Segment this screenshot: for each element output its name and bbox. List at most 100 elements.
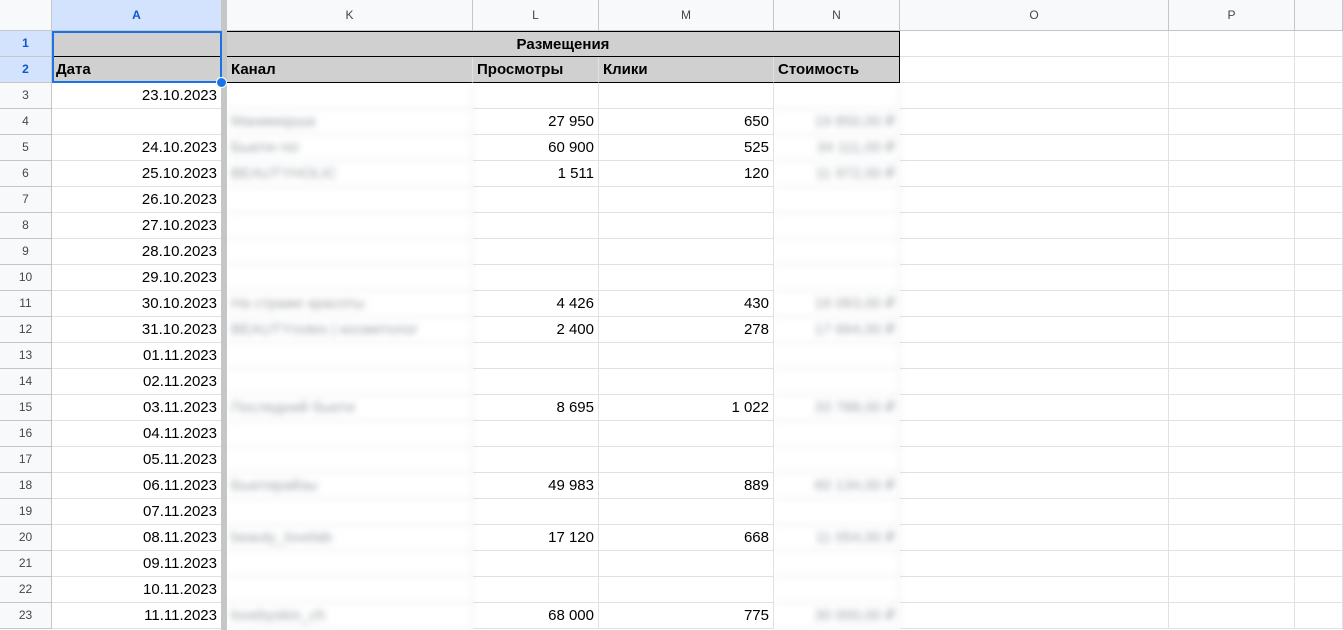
cell[interactable] <box>1169 291 1295 317</box>
date-cell[interactable]: 27.10.2023 <box>52 213 222 239</box>
date-cell[interactable]: 31.10.2023 <box>52 317 222 343</box>
cost-cell[interactable]: 19 850,00 ₽ <box>774 109 900 135</box>
clicks-cell[interactable] <box>599 577 774 603</box>
cell[interactable] <box>1169 265 1295 291</box>
views-cell[interactable]: 27 950 <box>473 109 599 135</box>
cost-cell[interactable]: 30 000,00 ₽ <box>774 603 900 629</box>
channel-cell[interactable]: beauty_lovelab <box>227 525 473 551</box>
cell[interactable] <box>1169 57 1295 83</box>
channel-cell[interactable] <box>227 187 473 213</box>
cell-a1[interactable] <box>52 31 222 57</box>
row-header[interactable]: 13 <box>0 343 52 369</box>
cell[interactable] <box>1169 447 1295 473</box>
cost-cell[interactable]: 16 063,00 ₽ <box>774 291 900 317</box>
views-cell[interactable]: 60 900 <box>473 135 599 161</box>
cell[interactable] <box>1295 265 1343 291</box>
cell[interactable] <box>1169 135 1295 161</box>
date-cell[interactable]: 28.10.2023 <box>52 239 222 265</box>
clicks-cell[interactable] <box>599 239 774 265</box>
views-cell[interactable]: 4 426 <box>473 291 599 317</box>
cell[interactable] <box>1295 161 1343 187</box>
cell[interactable] <box>900 551 1169 577</box>
views-cell[interactable] <box>473 447 599 473</box>
clicks-cell[interactable] <box>599 83 774 109</box>
views-cell[interactable] <box>473 187 599 213</box>
channel-cell[interactable] <box>227 447 473 473</box>
date-cell[interactable]: 25.10.2023 <box>52 161 222 187</box>
cell[interactable] <box>1295 473 1343 499</box>
cell[interactable] <box>1169 187 1295 213</box>
channel-cell[interactable] <box>227 499 473 525</box>
cell[interactable] <box>900 421 1169 447</box>
row-header[interactable]: 2 <box>0 57 52 83</box>
cost-cell[interactable] <box>774 447 900 473</box>
clicks-cell[interactable]: 889 <box>599 473 774 499</box>
channel-cell[interactable]: Последний бьюти <box>227 395 473 421</box>
channel-cell[interactable]: BEAUTYnotes | косметолог <box>227 317 473 343</box>
select-all-corner[interactable] <box>0 0 52 31</box>
row-header[interactable]: 16 <box>0 421 52 447</box>
cell[interactable] <box>1295 109 1343 135</box>
cell[interactable] <box>1295 525 1343 551</box>
cell[interactable] <box>1295 31 1343 57</box>
views-cell[interactable]: 68 000 <box>473 603 599 629</box>
header-cost[interactable]: Стоимость <box>774 57 900 83</box>
header-views[interactable]: Просмотры <box>473 57 599 83</box>
channel-cell[interactable] <box>227 265 473 291</box>
cell[interactable] <box>1295 213 1343 239</box>
cost-cell[interactable] <box>774 239 900 265</box>
row-header[interactable]: 9 <box>0 239 52 265</box>
spreadsheet-grid[interactable]: A K L M N O P 1 Размещения 2 Дата Канал Просмотры Кли… <box>0 0 1343 630</box>
column-header-l[interactable]: L <box>473 0 599 31</box>
cell[interactable] <box>1295 135 1343 161</box>
views-cell[interactable]: 2 400 <box>473 317 599 343</box>
cost-cell[interactable] <box>774 421 900 447</box>
group-header-placements[interactable]: Размещения <box>227 31 900 57</box>
cell[interactable] <box>900 577 1169 603</box>
cell[interactable] <box>1169 369 1295 395</box>
date-cell[interactable]: 29.10.2023 <box>52 265 222 291</box>
views-cell[interactable] <box>473 239 599 265</box>
date-cell[interactable]: 24.10.2023 <box>52 135 222 161</box>
channel-cell[interactable] <box>227 83 473 109</box>
views-cell[interactable] <box>473 83 599 109</box>
channel-cell[interactable]: На страже красоты <box>227 291 473 317</box>
clicks-cell[interactable]: 668 <box>599 525 774 551</box>
cell[interactable] <box>1295 447 1343 473</box>
row-header[interactable]: 6 <box>0 161 52 187</box>
channel-cell[interactable]: lovebyskin_ch <box>227 603 473 629</box>
cell[interactable] <box>900 317 1169 343</box>
channel-cell[interactable] <box>227 239 473 265</box>
cell[interactable] <box>900 447 1169 473</box>
date-cell[interactable]: 10.11.2023 <box>52 577 222 603</box>
column-header-p[interactable]: P <box>1169 0 1295 31</box>
cost-cell[interactable] <box>774 187 900 213</box>
row-header[interactable]: 10 <box>0 265 52 291</box>
row-header[interactable]: 17 <box>0 447 52 473</box>
views-cell[interactable]: 8 695 <box>473 395 599 421</box>
cell[interactable] <box>1169 473 1295 499</box>
clicks-cell[interactable]: 775 <box>599 603 774 629</box>
cell[interactable] <box>1169 213 1295 239</box>
views-cell[interactable]: 17 120 <box>473 525 599 551</box>
views-cell[interactable] <box>473 551 599 577</box>
views-cell[interactable] <box>473 343 599 369</box>
cell[interactable] <box>1169 109 1295 135</box>
cost-cell[interactable] <box>774 343 900 369</box>
cell[interactable] <box>1295 369 1343 395</box>
cost-cell[interactable]: 17 664,00 ₽ <box>774 317 900 343</box>
views-cell[interactable] <box>473 213 599 239</box>
cell[interactable] <box>900 135 1169 161</box>
cell[interactable] <box>1295 317 1343 343</box>
clicks-cell[interactable] <box>599 447 774 473</box>
clicks-cell[interactable] <box>599 421 774 447</box>
date-cell[interactable]: 09.11.2023 <box>52 551 222 577</box>
frozen-column-divider[interactable] <box>221 0 227 630</box>
header-clicks[interactable]: Клики <box>599 57 774 83</box>
date-cell[interactable]: 07.11.2023 <box>52 499 222 525</box>
cell[interactable] <box>900 239 1169 265</box>
cell[interactable] <box>900 473 1169 499</box>
cost-cell[interactable]: 11 054,00 ₽ <box>774 525 900 551</box>
cell[interactable] <box>900 83 1169 109</box>
cost-cell[interactable]: 34 111,00 ₽ <box>774 135 900 161</box>
